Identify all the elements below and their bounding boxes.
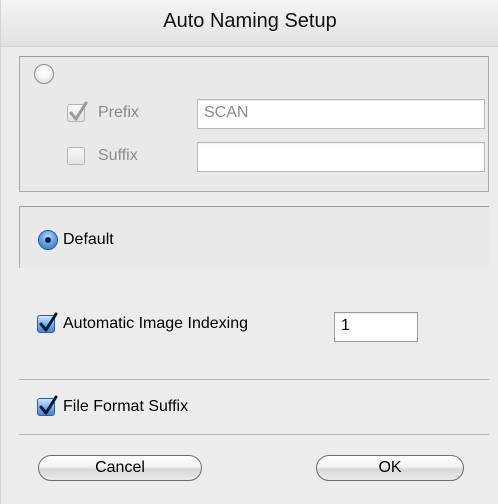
checkmark-icon <box>39 312 58 332</box>
prefix-input[interactable]: SCAN <box>197 99 485 129</box>
image-indexing-checkbox[interactable] <box>37 312 58 333</box>
file-format-suffix-checkbox[interactable] <box>37 395 58 416</box>
file-format-suffix-label: File Format Suffix <box>63 398 189 415</box>
checkmark-icon <box>69 101 88 121</box>
window-title: Auto Naming Setup <box>163 10 337 32</box>
radio-dot-icon <box>45 237 51 243</box>
default-radio[interactable] <box>38 230 58 250</box>
prefix-label: Prefix <box>98 104 139 121</box>
suffix-label: Suffix <box>98 147 138 164</box>
default-label: Default <box>63 231 114 248</box>
ok-button[interactable]: OK <box>316 455 464 481</box>
suffix-checkbox[interactable] <box>67 147 85 165</box>
cancel-button[interactable]: Cancel <box>38 455 202 481</box>
auto-naming-dialog: Auto Naming Setup Prefix SCAN Suffix Def… <box>0 0 498 504</box>
custom-naming-radio[interactable] <box>34 64 54 84</box>
separator <box>19 379 489 380</box>
image-indexing-label: Automatic Image Indexing <box>63 315 248 332</box>
prefix-checkbox[interactable] <box>67 101 88 122</box>
suffix-input[interactable] <box>197 142 485 172</box>
checkmark-icon <box>39 395 58 415</box>
separator <box>19 434 489 435</box>
title-bar[interactable]: Auto Naming Setup <box>1 0 498 47</box>
image-index-input[interactable]: 1 <box>334 312 418 342</box>
